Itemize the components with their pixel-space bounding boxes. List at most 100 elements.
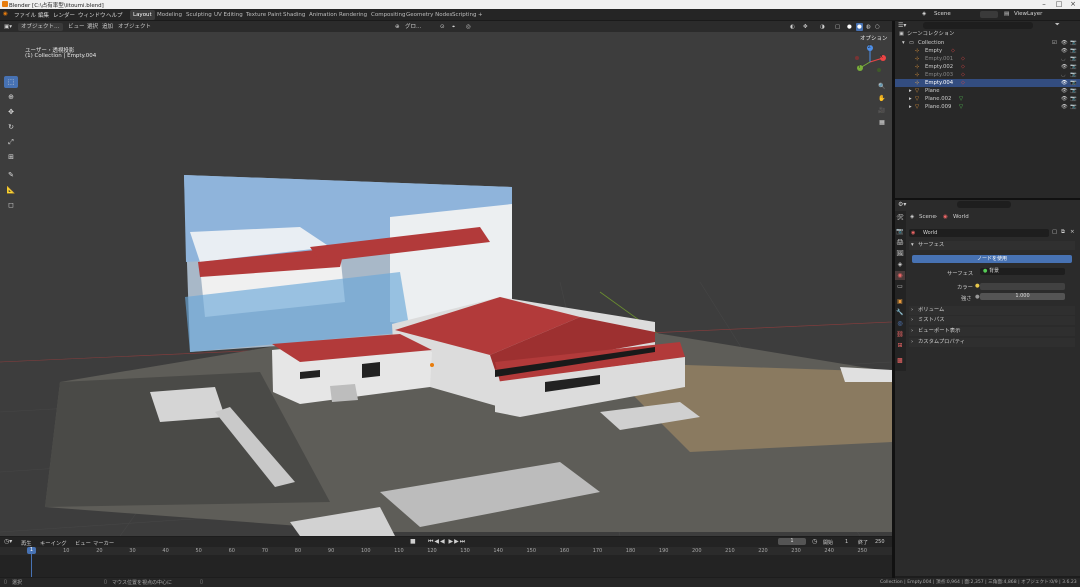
properties-search-input[interactable] [957, 201, 1011, 208]
duplicate-icon[interactable]: ⧉ [1061, 229, 1065, 236]
perspective-icon[interactable]: ▦ [877, 118, 887, 128]
pivot-icon[interactable]: ⊙ [440, 23, 445, 31]
timeline-menu-keying[interactable]: キーイング [40, 539, 67, 547]
color-swatch[interactable] [980, 283, 1065, 290]
viewport-display-panel-header[interactable]: › ビューポート表示 [909, 327, 1075, 336]
options-dropdown[interactable]: オプション [860, 34, 888, 42]
orientation-icon[interactable]: ⊕ [395, 23, 400, 31]
menu-add[interactable]: 追加 [102, 23, 113, 31]
tab-rendering[interactable]: Rendering [336, 10, 370, 20]
view-layer-selector[interactable]: ViewLayer [1014, 11, 1042, 17]
wireframe-shading-icon[interactable]: ● [847, 23, 852, 31]
texture-tab-icon[interactable]: ▩ [895, 356, 905, 365]
pan-hand-icon[interactable]: ✋ [877, 94, 887, 104]
tab-animation[interactable]: Animation [306, 10, 340, 20]
custom-properties-panel-header[interactable]: › カスタムプロパティ [909, 338, 1075, 347]
tool-tab-icon[interactable]: 🛠 [895, 213, 905, 222]
outliner-search-input[interactable] [923, 22, 1033, 29]
data-tab-icon[interactable]: ⊞ [895, 341, 905, 350]
rotate-icon[interactable]: ↻ [4, 121, 18, 133]
select-box-icon[interactable]: ⬚ [4, 76, 18, 88]
measure-icon[interactable]: 📐 [4, 184, 18, 196]
add-workspace-button[interactable]: + [475, 10, 486, 20]
unlink-icon[interactable]: × [1070, 229, 1075, 235]
menu-select[interactable]: 選択 [87, 23, 98, 31]
mist-panel-header[interactable]: › ミストパス [909, 316, 1075, 325]
tab-sculpting[interactable]: Sculpting [183, 10, 215, 20]
scale-icon[interactable]: ⤢ [4, 136, 18, 148]
menu-window[interactable]: ウィンドウ [78, 11, 106, 19]
use-nodes-button[interactable]: ノードを使用 [912, 255, 1072, 263]
output-tab-icon[interactable]: 🖨 [895, 238, 905, 247]
physics-tab-icon[interactable]: ◎ [895, 319, 905, 328]
rendered-shading-icon[interactable]: ○ [875, 23, 880, 31]
volume-panel-header[interactable]: › ボリューム [909, 306, 1075, 315]
minimize-icon[interactable]: – [1037, 0, 1051, 9]
outliner-scene-collection[interactable]: ▣ シーンコレクション [895, 30, 1080, 38]
expand-icon[interactable]: ▾ [902, 39, 905, 47]
xray-icon[interactable]: ▢ [835, 23, 840, 31]
timeline-editor-icon[interactable]: ◷▾ [4, 538, 12, 545]
checkbox-icon[interactable]: ☑ [1052, 39, 1057, 47]
timeline-menu-playback[interactable]: 再生 [21, 539, 32, 547]
maximize-icon[interactable]: □ [1052, 0, 1066, 9]
outliner-item[interactable]: ⊹ Empty.002 ⬦ 👁 📷 [895, 63, 1080, 71]
surface-shader-dropdown[interactable]: ● 背景 [980, 268, 1065, 275]
menu-file[interactable]: ファイル [14, 11, 36, 19]
object-tab-icon[interactable]: ▣ [895, 297, 905, 306]
zoom-icon[interactable]: 🔍 [877, 82, 887, 92]
transform-icon[interactable]: ⊞ [4, 151, 18, 163]
outliner-item[interactable]: ▸ ▽ Plane 👁 📷 [895, 87, 1080, 95]
constraints-tab-icon[interactable]: ⛓ [895, 330, 905, 339]
eye-icon[interactable]: 👁 [1061, 39, 1068, 47]
camera-render-icon[interactable]: 📷 [1070, 39, 1077, 47]
mode-dropdown[interactable]: オブジェクト… [18, 23, 63, 31]
current-frame-field[interactable]: 1 [778, 538, 806, 545]
outliner-item[interactable]: ▸ ▽ Plane.009 ▽ 👁 📷 [895, 103, 1080, 111]
strength-link-icon[interactable]: ● [975, 294, 980, 300]
fake-user-icon[interactable]: ▢ [1052, 229, 1057, 235]
outliner-item[interactable]: ⊹ Empty.001 ⬦ ◡ 📷 [895, 55, 1080, 63]
solid-shading-icon[interactable]: ● [856, 23, 863, 31]
tab-geometry-nodes[interactable]: Geometry Nodes [403, 10, 455, 20]
stop-icon[interactable]: ■ [410, 538, 416, 545]
scene-selector[interactable]: Scene [934, 11, 951, 17]
add-cube-icon[interactable]: ◻ [4, 199, 18, 211]
outliner-collection[interactable]: ▾ ▭ Collection ☑ 👁 📷 [895, 39, 1080, 47]
gizmo-icon[interactable]: ✥ [803, 23, 808, 31]
world-tab-icon[interactable]: ◉ [895, 271, 905, 280]
navigation-gizmo[interactable] [852, 44, 888, 80]
outliner-item[interactable]: ▸ ▽ Plane.002 ▽ 👁 📷 [895, 95, 1080, 103]
outliner-item-selected[interactable]: ⊹ Empty.004 ⬦ 👁 📷 [895, 79, 1080, 87]
menu-object[interactable]: オブジェクト [118, 23, 151, 31]
color-link-icon[interactable]: ● [975, 283, 980, 289]
strength-field[interactable]: 1.000 [980, 293, 1065, 300]
blender-menu-icon[interactable]: ◉ [3, 11, 8, 17]
tab-shading[interactable]: Shading [280, 10, 308, 20]
tab-uv-editing[interactable]: UV Editing [211, 10, 246, 20]
proportional-icon[interactable]: ◎ [466, 23, 471, 31]
properties-editor-icon[interactable]: ⚙▾ [898, 201, 906, 208]
material-shading-icon[interactable]: ◍ [866, 23, 871, 31]
annotate-icon[interactable]: ✎ [4, 169, 18, 181]
scene-buttons[interactable] [980, 11, 998, 18]
overlays-icon[interactable]: ◑ [820, 23, 825, 31]
menu-view[interactable]: ビュー [68, 23, 85, 31]
snap-icon[interactable]: ⌖ [452, 23, 455, 31]
transform-orientation-dropdown[interactable]: グロ… [405, 23, 422, 31]
playback-controls-icon[interactable]: ⏮◀◀ ▶▶⏭ [428, 538, 466, 546]
end-frame[interactable]: 250 [875, 539, 885, 545]
close-icon[interactable]: × [1066, 0, 1080, 9]
move-icon[interactable]: ✥ [4, 106, 18, 118]
visibility-icon[interactable]: ◐ [790, 23, 795, 31]
tab-layout[interactable]: Layout [130, 10, 155, 20]
menu-help[interactable]: ヘルプ [106, 11, 123, 19]
surface-panel-header[interactable]: ▾ サーフェス [909, 241, 1075, 250]
modifier-tab-icon[interactable]: 🔧 [895, 308, 905, 317]
editor-type-icon[interactable]: ▣▾ [4, 23, 12, 31]
outliner-item[interactable]: ⊹ Empty.003 ⬦ ◡ 📷 [895, 71, 1080, 79]
timeline[interactable]: ◷▾ 再生 キーイング ビュー マーカー ■ ⏮◀◀ ▶▶⏭ 1 ◷ 開始 1 … [0, 537, 892, 577]
menu-edit[interactable]: 編集 [38, 11, 49, 19]
outliner-editor-icon[interactable]: ☰▾ [898, 22, 906, 29]
outliner-item[interactable]: ⊹ Empty ⬦ 👁 📷 [895, 47, 1080, 55]
